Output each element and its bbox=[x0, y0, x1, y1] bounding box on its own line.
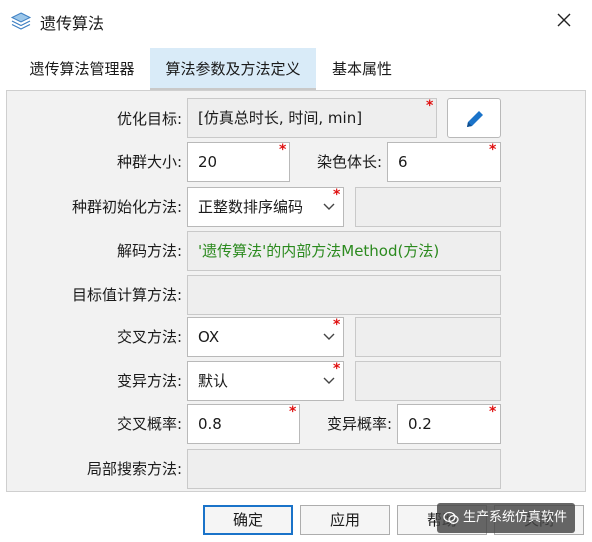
window-close-button[interactable] bbox=[548, 6, 580, 34]
required-mark: * bbox=[489, 142, 497, 158]
target-calc-label: 目标值计算方法: bbox=[71, 286, 182, 304]
init-method-value: 正整数排序编码 bbox=[198, 198, 304, 216]
chevron-down-icon bbox=[323, 203, 335, 210]
crossover-method-extra bbox=[355, 317, 501, 357]
local-search-label: 局部搜索方法: bbox=[86, 460, 182, 478]
tab-algorithm-params[interactable]: 算法参数及方法定义 bbox=[150, 48, 316, 90]
crossover-rate-input[interactable]: 0.8 bbox=[187, 404, 300, 444]
required-mark: * bbox=[279, 142, 287, 158]
required-mark: * bbox=[289, 404, 297, 420]
chevron-down-icon bbox=[323, 377, 335, 384]
mutation-rate-input[interactable]: 0.2 bbox=[397, 404, 501, 444]
crossover-method-select[interactable]: OX bbox=[187, 317, 344, 357]
chromosome-label: 染色体长: bbox=[316, 153, 382, 171]
decode-method-field[interactable]: '遗传算法'的内部方法Method(方法) bbox=[187, 231, 501, 271]
decode-method-label: 解码方法: bbox=[116, 242, 182, 260]
tab-strip: 遗传算法管理器 算法参数及方法定义 基本属性 bbox=[6, 48, 586, 90]
watermark: 生产系统仿真软件 bbox=[437, 503, 576, 533]
population-label: 种群大小: bbox=[116, 153, 182, 171]
required-mark: * bbox=[333, 317, 341, 333]
mutation-method-extra bbox=[355, 361, 501, 401]
crossover-rate-label: 交叉概率: bbox=[116, 415, 182, 433]
close-icon bbox=[557, 13, 571, 27]
required-mark: * bbox=[333, 361, 341, 377]
init-method-select[interactable]: 正整数排序编码 bbox=[187, 187, 344, 227]
objective-field[interactable]: [仿真总时长, 时间, min] bbox=[187, 98, 437, 138]
title-bar: 遗传算法 bbox=[0, 0, 592, 40]
required-mark: * bbox=[489, 404, 497, 420]
tab-ga-manager[interactable]: 遗传算法管理器 bbox=[14, 48, 150, 90]
mutation-method-label: 变异方法: bbox=[116, 372, 182, 390]
local-search-field[interactable] bbox=[187, 449, 501, 489]
pencil-icon bbox=[467, 111, 483, 127]
mutation-method-select[interactable]: 默认 bbox=[187, 361, 344, 401]
ok-button[interactable]: 确定 bbox=[203, 505, 293, 535]
mutation-method-value: 默认 bbox=[198, 372, 229, 390]
objective-label: 优化目标: bbox=[116, 110, 182, 128]
target-calc-field[interactable] bbox=[187, 275, 501, 315]
required-mark: * bbox=[333, 187, 341, 203]
init-method-label: 种群初始化方法: bbox=[71, 198, 182, 216]
mutation-rate-label: 变异概率: bbox=[326, 415, 392, 433]
wechat-icon bbox=[443, 511, 459, 524]
init-method-extra bbox=[355, 187, 501, 227]
tab-basic-properties[interactable]: 基本属性 bbox=[316, 48, 408, 90]
crossover-method-value: OX bbox=[198, 328, 220, 346]
chevron-down-icon bbox=[323, 333, 335, 340]
edit-objective-button[interactable] bbox=[447, 98, 501, 138]
watermark-text: 生产系统仿真软件 bbox=[463, 510, 568, 525]
crossover-method-label: 交叉方法: bbox=[116, 328, 182, 346]
chromosome-input[interactable]: 6 bbox=[387, 142, 501, 182]
dialog-window: 遗传算法 遗传算法管理器 算法参数及方法定义 基本属性 优化目标: [仿真总时长… bbox=[0, 0, 592, 542]
window-title: 遗传算法 bbox=[40, 14, 105, 33]
apply-button[interactable]: 应用 bbox=[300, 505, 390, 535]
population-input[interactable]: 20 bbox=[187, 142, 290, 182]
layers-icon bbox=[10, 10, 32, 32]
required-mark: * bbox=[426, 98, 434, 114]
